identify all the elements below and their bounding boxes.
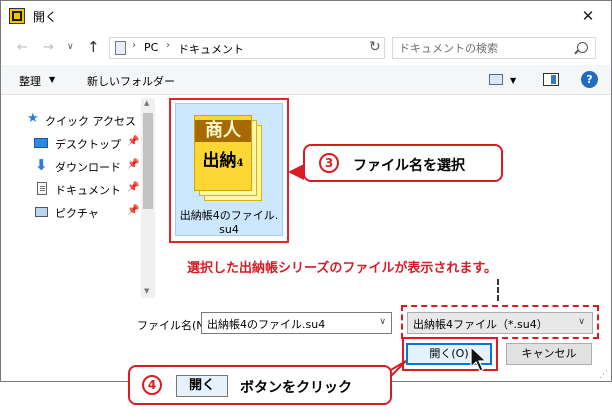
- filename-value[interactable]: 出納帳4のファイル.su4: [207, 316, 325, 332]
- highlight-frame-dashed: [401, 305, 599, 339]
- sidebar-scroll-thumb[interactable]: [143, 113, 153, 209]
- sidebar-item-pictures[interactable]: ピクチャ 📌: [1, 202, 151, 222]
- step-number-badge: 3: [319, 153, 339, 173]
- breadcrumb-separator[interactable]: ›: [166, 40, 170, 51]
- view-options-icon[interactable]: [489, 74, 503, 85]
- search-box[interactable]: [392, 37, 596, 59]
- breadcrumb-separator[interactable]: ›: [132, 40, 136, 51]
- search-input[interactable]: [399, 40, 569, 56]
- scroll-up-icon[interactable]: ▲: [144, 99, 149, 107]
- pin-icon[interactable]: 📌: [127, 136, 139, 147]
- title-bar: 開く ✕: [1, 1, 611, 31]
- sidebar-item-quick-access[interactable]: ★ クイック アクセス: [1, 110, 151, 130]
- command-toolbar: 整理 ▼ 新しいフォルダー ▼ ?: [1, 65, 611, 95]
- forward-button[interactable]: →: [43, 40, 54, 55]
- search-icon: [577, 42, 588, 53]
- sidebar-item-documents[interactable]: ドキュメント 📌: [1, 179, 151, 199]
- navigation-bar: ← → ∨ ↑ › PC › ドキュメント ∨ ↻: [1, 32, 611, 64]
- step-number-badge: 4: [142, 375, 162, 395]
- window-title: 開く: [33, 10, 58, 24]
- organize-button[interactable]: 整理: [19, 73, 41, 89]
- sidebar-item-label: ドキュメント: [55, 184, 121, 197]
- chevron-down-icon[interactable]: ∨: [379, 317, 386, 327]
- sidebar-item-label: デスクトップ: [55, 138, 121, 151]
- sidebar-item-label: ダウンロード: [55, 161, 121, 174]
- preview-pane-icon[interactable]: [543, 73, 559, 86]
- callout-pointer: [288, 164, 304, 180]
- breadcrumb-documents[interactable]: ドキュメント: [178, 41, 244, 57]
- back-button[interactable]: ←: [17, 40, 28, 55]
- filename-field[interactable]: 出納帳4のファイル.su4 ∨: [201, 312, 392, 334]
- document-icon: [37, 182, 47, 195]
- scroll-down-icon[interactable]: ▼: [144, 287, 149, 295]
- help-icon[interactable]: ?: [581, 71, 598, 88]
- refresh-icon[interactable]: ↻: [369, 39, 381, 55]
- desktop-icon: [34, 138, 48, 148]
- chevron-down-icon[interactable]: ▼: [510, 76, 516, 85]
- pin-icon[interactable]: 📌: [127, 182, 139, 193]
- annotation-leader-line: [497, 279, 499, 301]
- pin-icon[interactable]: 📌: [127, 205, 139, 216]
- new-folder-button[interactable]: 新しいフォルダー: [87, 73, 175, 89]
- callout-step-4: 4 開く ボタンをクリック: [128, 365, 392, 405]
- sidebar-item-label: クイック アクセス: [45, 115, 136, 128]
- callout-step-3: 3 ファイル名を選択: [303, 144, 503, 182]
- download-icon: ⬇: [35, 156, 48, 174]
- pin-icon[interactable]: 📌: [127, 159, 139, 170]
- sidebar-item-downloads[interactable]: ⬇ ダウンロード 📌: [1, 156, 151, 176]
- callout-text: ファイル名を選択: [353, 158, 465, 174]
- breadcrumb-pc[interactable]: PC: [144, 41, 158, 54]
- address-bar[interactable]: › PC › ドキュメント ∨: [109, 37, 467, 59]
- close-button[interactable]: ✕: [575, 4, 601, 28]
- sidebar-item-label: ピクチャ: [55, 207, 99, 220]
- recent-locations-button[interactable]: ∨: [67, 42, 74, 52]
- chevron-down-icon[interactable]: ▼: [49, 75, 55, 84]
- navigation-pane: ★ クイック アクセス デスクトップ 📌 ⬇ ダウンロード 📌 ドキュメント 📌…: [1, 96, 156, 302]
- sidebar-item-desktop[interactable]: デスクトップ 📌: [1, 133, 151, 153]
- picture-icon: [35, 207, 48, 217]
- resize-grip-icon[interactable]: ⋰: [599, 370, 608, 380]
- highlight-frame: [169, 98, 289, 243]
- folder-location-icon: [115, 41, 126, 55]
- star-icon: ★: [27, 111, 39, 126]
- open-dialog: 開く ✕ ← → ∨ ↑ › PC › ドキュメント ∨ ↻ 整理 ▼ 新しいフ…: [0, 0, 612, 382]
- annotation-text: 選択した出納帳シリーズのファイルが表示されます。: [187, 261, 498, 276]
- mouse-cursor-icon: [470, 346, 488, 372]
- up-button[interactable]: ↑: [87, 38, 100, 56]
- callout-text: ボタンをクリック: [240, 380, 352, 396]
- app-logo-icon: [9, 8, 25, 24]
- callout-button-label: 開く: [176, 375, 228, 397]
- cancel-button[interactable]: キャンセル: [506, 343, 592, 365]
